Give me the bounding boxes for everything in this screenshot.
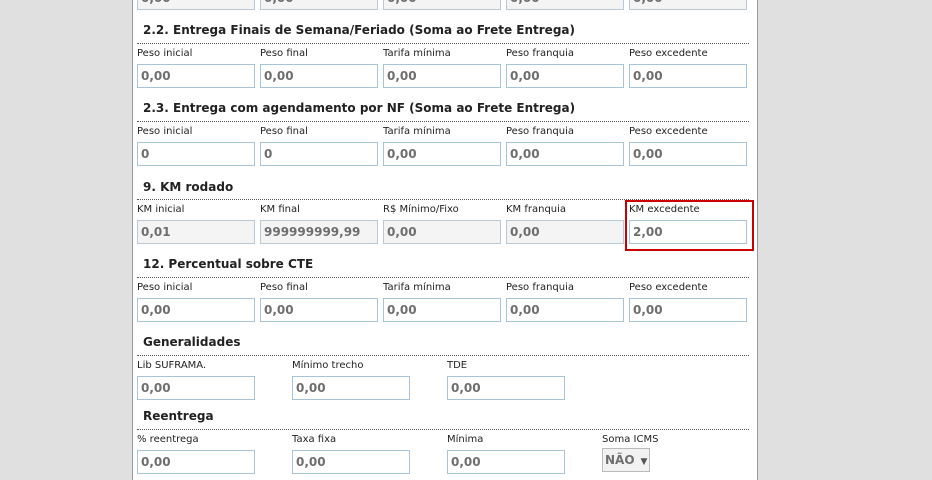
top-partial-field-1[interactable]: 0,00 [137,0,255,10]
label-peso-inicial: Peso inicial [137,126,193,137]
weekend-peso-franquia-input[interactable]: 0,00 [506,64,624,88]
section-divider [137,355,749,356]
scheduled-peso-final-input[interactable]: 0 [260,142,378,166]
top-partial-field-4[interactable]: 0,00 [506,0,624,10]
label-km-inicial: KM inicial [137,204,185,215]
tariff-form-panel: 0,00 0,00 0,00 0,00 0,00 2.2. Entrega Fi… [132,0,758,480]
weekend-peso-final-input[interactable]: 0,00 [260,64,378,88]
chevron-down-icon: ▼ [640,457,648,467]
weekend-peso-excedente-input[interactable]: 0,00 [629,64,747,88]
section-divider [137,429,749,430]
cte-peso-franquia-input[interactable]: 0,00 [506,298,624,322]
label-tarifa-minima: Tarifa mínima [383,48,451,59]
label-peso-excedente: Peso excedente [629,282,708,293]
label-tarifa-minima: Tarifa mínima [383,282,451,293]
top-partial-field-2[interactable]: 0,00 [260,0,378,10]
percent-reentrega-input[interactable]: 0,00 [137,450,255,474]
scheduled-peso-franquia-input[interactable]: 0,00 [506,142,624,166]
weekend-tarifa-minima-input[interactable]: 0,00 [383,64,501,88]
section-title-percentual-cte: 12. Percentual sobre CTE [143,257,314,271]
cte-peso-final-input[interactable]: 0,00 [260,298,378,322]
label-peso-final: Peso final [260,48,308,59]
section-title-scheduled-delivery: 2.3. Entrega com agendamento por NF (Som… [143,101,576,115]
section-title-generalidades: Generalidades [143,335,241,349]
top-partial-field-3[interactable]: 0,00 [383,0,501,10]
lib-suframa-input[interactable]: 0,00 [137,376,255,400]
label-taxa-fixa: Taxa fixa [292,434,337,445]
scheduled-peso-inicial-input[interactable]: 0 [137,142,255,166]
label-km-franquia: KM franquia [506,204,567,215]
scheduled-tarifa-minima-input[interactable]: 0,00 [383,142,501,166]
cte-peso-excedente-input[interactable]: 0,00 [629,298,747,322]
label-peso-inicial: Peso inicial [137,282,193,293]
label-tarifa-minima: Tarifa mínima [383,126,451,137]
minima-input[interactable]: 0,00 [447,450,565,474]
km-franquia-input[interactable]: 0,00 [506,220,624,244]
km-final-input[interactable]: 999999999,99 [260,220,378,244]
label-km-final: KM final [260,204,300,215]
section-title-km-rodado: 9. KM rodado [143,180,234,194]
section-divider [137,121,749,122]
label-minimo-fixo: R$ Mínimo/Fixo [383,204,459,215]
label-peso-final: Peso final [260,282,308,293]
soma-icms-value: NÃO [605,453,635,467]
minimo-fixo-input[interactable]: 0,00 [383,220,501,244]
label-peso-franquia: Peso franquia [506,282,575,293]
label-tde: TDE [447,360,468,371]
scheduled-peso-excedente-input[interactable]: 0,00 [629,142,747,166]
km-excedente-highlight [625,200,754,251]
soma-icms-select[interactable]: NÃO ▼ [602,448,650,472]
label-percent-reentrega: % reentrega [137,434,199,445]
label-peso-excedente: Peso excedente [629,48,708,59]
cte-tarifa-minima-input[interactable]: 0,00 [383,298,501,322]
taxa-fixa-input[interactable]: 0,00 [292,450,410,474]
section-divider [137,43,749,44]
top-partial-field-5[interactable]: 0,00 [629,0,747,10]
tde-input[interactable]: 0,00 [447,376,565,400]
label-soma-icms: Soma ICMS [602,434,659,445]
km-inicial-input[interactable]: 0,01 [137,220,255,244]
label-peso-franquia: Peso franquia [506,126,575,137]
label-peso-inicial: Peso inicial [137,48,193,59]
minimo-trecho-input[interactable]: 0,00 [292,376,410,400]
label-peso-franquia: Peso franquia [506,48,575,59]
label-minimo-trecho: Mínimo trecho [292,360,364,371]
label-minima: Mínima [447,434,484,445]
section-title-reentrega: Reentrega [143,409,214,423]
section-divider [137,277,749,278]
label-peso-excedente: Peso excedente [629,126,708,137]
section-title-weekend-delivery: 2.2. Entrega Finais de Semana/Feriado (S… [143,23,575,37]
label-lib-suframa: Lib SUFRAMA. [137,360,207,371]
weekend-peso-inicial-input[interactable]: 0,00 [137,64,255,88]
label-peso-final: Peso final [260,126,308,137]
cte-peso-inicial-input[interactable]: 0,00 [137,298,255,322]
